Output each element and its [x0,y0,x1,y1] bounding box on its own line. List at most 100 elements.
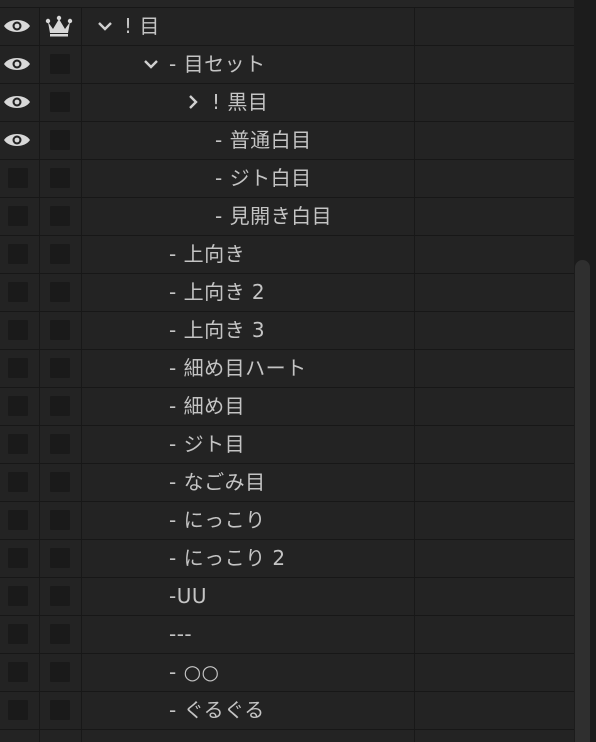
lock-toggle[interactable] [40,274,82,311]
visibility-toggle[interactable] [0,274,40,311]
lock-toggle[interactable] [40,502,82,539]
layer-row[interactable]: - ジト目 [0,426,574,464]
lock-checkbox[interactable] [50,92,70,112]
layer-name-cell[interactable]: - 目セット [82,46,415,83]
lock-toggle[interactable] [40,464,82,501]
lock-toggle[interactable] [40,426,82,463]
visibility-toggle[interactable] [0,502,40,539]
layer-name-cell[interactable]: - ぐるぐる [82,692,415,729]
lock-checkbox[interactable] [50,510,70,530]
visibility-checkbox[interactable] [8,510,28,530]
lock-checkbox[interactable] [50,168,70,188]
layer-row[interactable]: --- [0,616,574,654]
visibility-toggle[interactable] [0,122,40,159]
layer-row[interactable]: - ぐるぐる [0,692,574,730]
lock-checkbox[interactable] [50,358,70,378]
visibility-toggle[interactable] [0,350,40,387]
lock-toggle[interactable] [40,160,82,197]
visibility-checkbox[interactable] [8,396,28,416]
layer-name-cell[interactable]: - ○○ [82,654,415,691]
lock-checkbox[interactable] [50,244,70,264]
layer-row[interactable]: - 普通白目 [0,122,574,160]
visibility-checkbox[interactable] [8,586,28,606]
visibility-toggle[interactable] [0,312,40,349]
layer-row[interactable]: - 見開き白目 [0,198,574,236]
lock-checkbox[interactable] [50,320,70,340]
visibility-toggle[interactable] [0,388,40,425]
lock-toggle[interactable] [40,198,82,235]
lock-checkbox[interactable] [50,700,70,720]
visibility-toggle[interactable] [0,692,40,729]
lock-toggle[interactable] [40,122,82,159]
visibility-toggle[interactable] [0,654,40,691]
lock-checkbox[interactable] [50,396,70,416]
lock-toggle[interactable] [40,46,82,83]
visibility-checkbox[interactable] [8,700,28,720]
layer-name-cell[interactable]: - 細め目 [82,388,415,425]
visibility-checkbox[interactable] [8,624,28,644]
visibility-toggle[interactable] [0,730,40,742]
layer-row-partial[interactable] [0,730,574,742]
chevron-down-icon[interactable] [142,55,160,73]
layer-row[interactable]: - 細め目ハート [0,350,574,388]
layer-row[interactable]: - 細め目 [0,388,574,426]
layer-name-cell[interactable]: - なごみ目 [82,464,415,501]
lock-toggle[interactable] [40,692,82,729]
layer-row[interactable]: - 目セット [0,46,574,84]
lock-toggle[interactable] [40,236,82,273]
visibility-checkbox[interactable] [8,472,28,492]
layer-name-cell[interactable]: - ジト白目 [82,160,415,197]
visibility-toggle[interactable] [0,160,40,197]
visibility-checkbox[interactable] [8,662,28,682]
visibility-toggle[interactable] [0,578,40,615]
visibility-toggle[interactable] [0,540,40,577]
lock-toggle[interactable] [40,350,82,387]
layer-row[interactable]: - 上向き 3 [0,312,574,350]
lock-toggle[interactable] [40,616,82,653]
lock-checkbox[interactable] [50,282,70,302]
visibility-toggle[interactable] [0,8,40,45]
lock-checkbox[interactable] [50,434,70,454]
layer-name-cell[interactable]: --- [82,616,415,653]
visibility-checkbox[interactable] [8,282,28,302]
layer-name-cell[interactable]: - 上向き 2 [82,274,415,311]
visibility-checkbox[interactable] [8,358,28,378]
visibility-checkbox[interactable] [8,434,28,454]
layer-name-cell[interactable]: - ジト目 [82,426,415,463]
layer-name-cell[interactable]: - にっこり 2 [82,540,415,577]
layer-row[interactable]: ! 目 [0,8,574,46]
visibility-toggle[interactable] [0,198,40,235]
layer-name-cell[interactable]: ! 黒目 [82,84,415,121]
layer-name-cell[interactable]: -UU [82,578,415,615]
layer-row[interactable]: - ○○ [0,654,574,692]
lock-checkbox[interactable] [50,54,70,74]
lock-checkbox[interactable] [50,624,70,644]
lock-checkbox[interactable] [50,662,70,682]
layer-name-cell[interactable]: ! 目 [82,8,415,45]
layer-row[interactable]: - にっこり [0,502,574,540]
layer-row[interactable]: -UU [0,578,574,616]
lock-checkbox[interactable] [50,548,70,568]
layer-name-cell[interactable]: - 上向き 3 [82,312,415,349]
lock-toggle[interactable] [40,8,82,45]
visibility-checkbox[interactable] [8,320,28,340]
layer-row[interactable]: - にっこり 2 [0,540,574,578]
lock-toggle[interactable] [40,654,82,691]
layer-name-cell[interactable]: - 上向き [82,236,415,273]
visibility-checkbox[interactable] [8,244,28,264]
lock-toggle[interactable] [40,730,82,742]
lock-checkbox[interactable] [50,206,70,226]
visibility-checkbox[interactable] [8,548,28,568]
layer-name-cell[interactable]: - 見開き白目 [82,198,415,235]
visibility-checkbox[interactable] [8,168,28,188]
lock-checkbox[interactable] [50,586,70,606]
lock-toggle[interactable] [40,540,82,577]
visibility-toggle[interactable] [0,464,40,501]
layer-name-cell[interactable]: - にっこり [82,502,415,539]
lock-checkbox[interactable] [50,472,70,492]
visibility-toggle[interactable] [0,616,40,653]
lock-toggle[interactable] [40,578,82,615]
layer-row[interactable]: ! 黒目 [0,84,574,122]
lock-toggle[interactable] [40,84,82,121]
chevron-down-icon[interactable] [96,17,114,35]
